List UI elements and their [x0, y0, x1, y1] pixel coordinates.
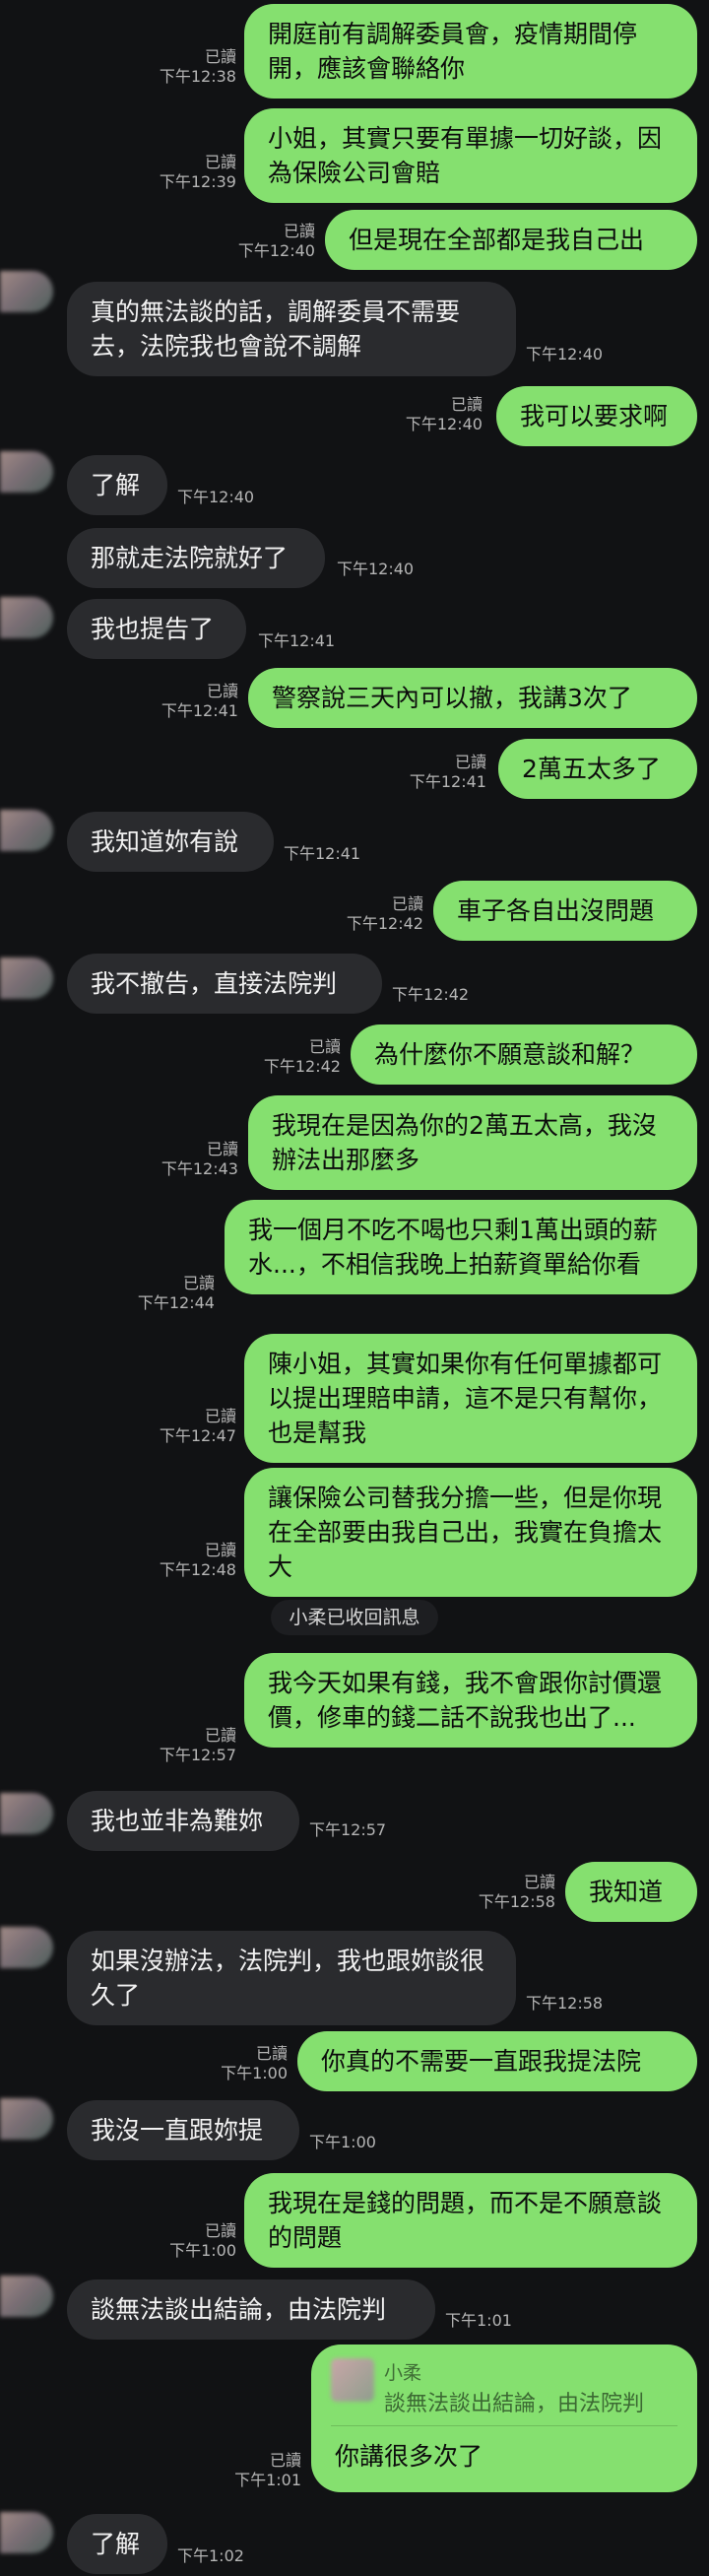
message-bubble[interactable]: 陳小姐，其實如果你有任何單據都可以提出理賠申請，這不是只有幫你，也是幫我: [244, 1334, 697, 1463]
avatar[interactable]: [0, 1793, 53, 1834]
message-meta: 已讀 下午12:48: [159, 1541, 236, 1579]
message-meta: 已讀 下午1:01: [234, 2451, 301, 2489]
message-bubble[interactable]: 真的無法談的話，調解委員不需要去，法院我也會說不調解: [67, 282, 516, 376]
avatar[interactable]: [0, 271, 53, 312]
message-meta: 已讀 下午12:40: [237, 222, 315, 260]
quoted-text: 談無法談出結論，由法院判: [384, 2392, 645, 2416]
quote-divider: [331, 2425, 677, 2426]
system-notice: 小柔已收回訊息: [271, 1600, 438, 1635]
message-bubble[interactable]: 你真的不需要一直跟我提法院: [297, 2031, 697, 2091]
avatar[interactable]: [0, 810, 53, 851]
avatar[interactable]: [0, 2098, 53, 2140]
message-bubble[interactable]: 我今天如果有錢，我不會跟你討價還價，修車的錢二話不說我也出了...: [244, 1653, 697, 1748]
message-meta: 已讀 下午12:42: [346, 894, 423, 933]
message-bubble[interactable]: 2萬五太多了: [498, 739, 697, 799]
message-bubble[interactable]: 談無法談出結論，由法院判: [67, 2279, 435, 2340]
message-bubble[interactable]: 我現在是因為你的2萬五太高，我沒辦法出那麼多: [248, 1095, 697, 1190]
quote-reply-text: 你講很多次了: [335, 2442, 483, 2471]
message-bubble[interactable]: 我一個月不吃不喝也只剩1萬出頭的薪水...，不相信我晚上拍薪資單給你看: [225, 1200, 697, 1294]
avatar[interactable]: [0, 451, 53, 493]
message-meta: 已讀 下午12:40: [405, 395, 483, 433]
message-bubble[interactable]: 我現在是錢的問題，而不是不願意談的問題: [244, 2173, 697, 2268]
message-meta: 已讀 下午12:39: [159, 153, 236, 191]
quoted-avatar: [331, 2358, 374, 2402]
message-bubble[interactable]: 我沒一直跟妳提: [67, 2100, 299, 2160]
message-meta: 下午12:40: [526, 345, 604, 363]
message-meta: 下午12:42: [392, 985, 470, 1004]
message-meta: 下午1:00: [309, 2133, 376, 2151]
message-bubble[interactable]: 車子各自出沒問題: [433, 881, 697, 941]
avatar[interactable]: [0, 1927, 53, 1968]
message-meta: 已讀 下午1:00: [169, 2221, 236, 2260]
message-meta: 已讀 下午12:41: [161, 682, 238, 720]
message-meta: 下午12:58: [526, 1994, 604, 2013]
message-meta: 下午1:02: [177, 2546, 244, 2565]
message-meta: 已讀 下午12:44: [137, 1274, 215, 1312]
message-meta: 下午12:40: [337, 560, 415, 578]
message-bubble[interactable]: 但是現在全部都是我自己出: [325, 210, 697, 270]
message-meta: 已讀 下午12:42: [263, 1037, 341, 1076]
message-meta: 下午1:01: [445, 2311, 512, 2330]
message-bubble[interactable]: 我不撤告，直接法院判: [67, 954, 382, 1014]
message-bubble[interactable]: 小姐，其實只要有單據一切好談，因為保險公司會賠: [244, 108, 697, 203]
message-bubble[interactable]: 為什麼你不願意談和解？: [351, 1024, 697, 1085]
message-meta: 已讀 下午12:43: [161, 1140, 238, 1178]
message-meta: 下午12:41: [284, 844, 361, 863]
message-bubble[interactable]: 那就走法院就好了: [67, 528, 325, 588]
message-bubble[interactable]: 我也提告了: [67, 599, 246, 659]
avatar[interactable]: [0, 2512, 53, 2553]
message-meta: 下午12:40: [177, 488, 255, 506]
message-meta: 已讀 下午1:00: [221, 2044, 288, 2082]
message-meta: 已讀 下午12:47: [159, 1407, 236, 1445]
avatar[interactable]: [0, 958, 53, 999]
message-bubble[interactable]: 我可以要求啊: [496, 386, 697, 446]
message-meta: 已讀 下午12:41: [409, 753, 486, 791]
message-bubble[interactable]: 了解: [67, 455, 167, 515]
message-bubble[interactable]: 了解: [67, 2514, 167, 2574]
message-bubble[interactable]: 我知道妳有說: [67, 812, 274, 872]
message-bubble[interactable]: 如果沒辦法，法院判，我也跟妳談很久了: [67, 1931, 516, 2025]
quote-reply-bubble[interactable]: 小柔 談無法談出結論，由法院判 你講很多次了: [311, 2345, 697, 2492]
message-bubble[interactable]: 我也並非為難妳: [67, 1791, 299, 1851]
message-meta: 已讀 下午12:58: [478, 1873, 555, 1911]
message-meta: 已讀 下午12:38: [159, 47, 236, 86]
message-bubble[interactable]: 我知道: [565, 1862, 697, 1922]
avatar[interactable]: [0, 597, 53, 638]
message-bubble[interactable]: 警察說三天內可以撤，我講3次了: [248, 668, 697, 728]
message-meta: 下午12:57: [309, 1820, 387, 1839]
message-meta: 下午12:41: [258, 631, 336, 650]
message-meta: 已讀 下午12:57: [159, 1726, 236, 1764]
quoted-sender-name: 小柔: [384, 2362, 422, 2384]
avatar[interactable]: [0, 2276, 53, 2317]
message-bubble[interactable]: 讓保險公司替我分擔一些，但是你現在全部要由我自己出，我實在負擔太大: [244, 1468, 697, 1597]
message-bubble[interactable]: 開庭前有調解委員會，疫情期間停開，應該會聯絡你: [244, 4, 697, 99]
